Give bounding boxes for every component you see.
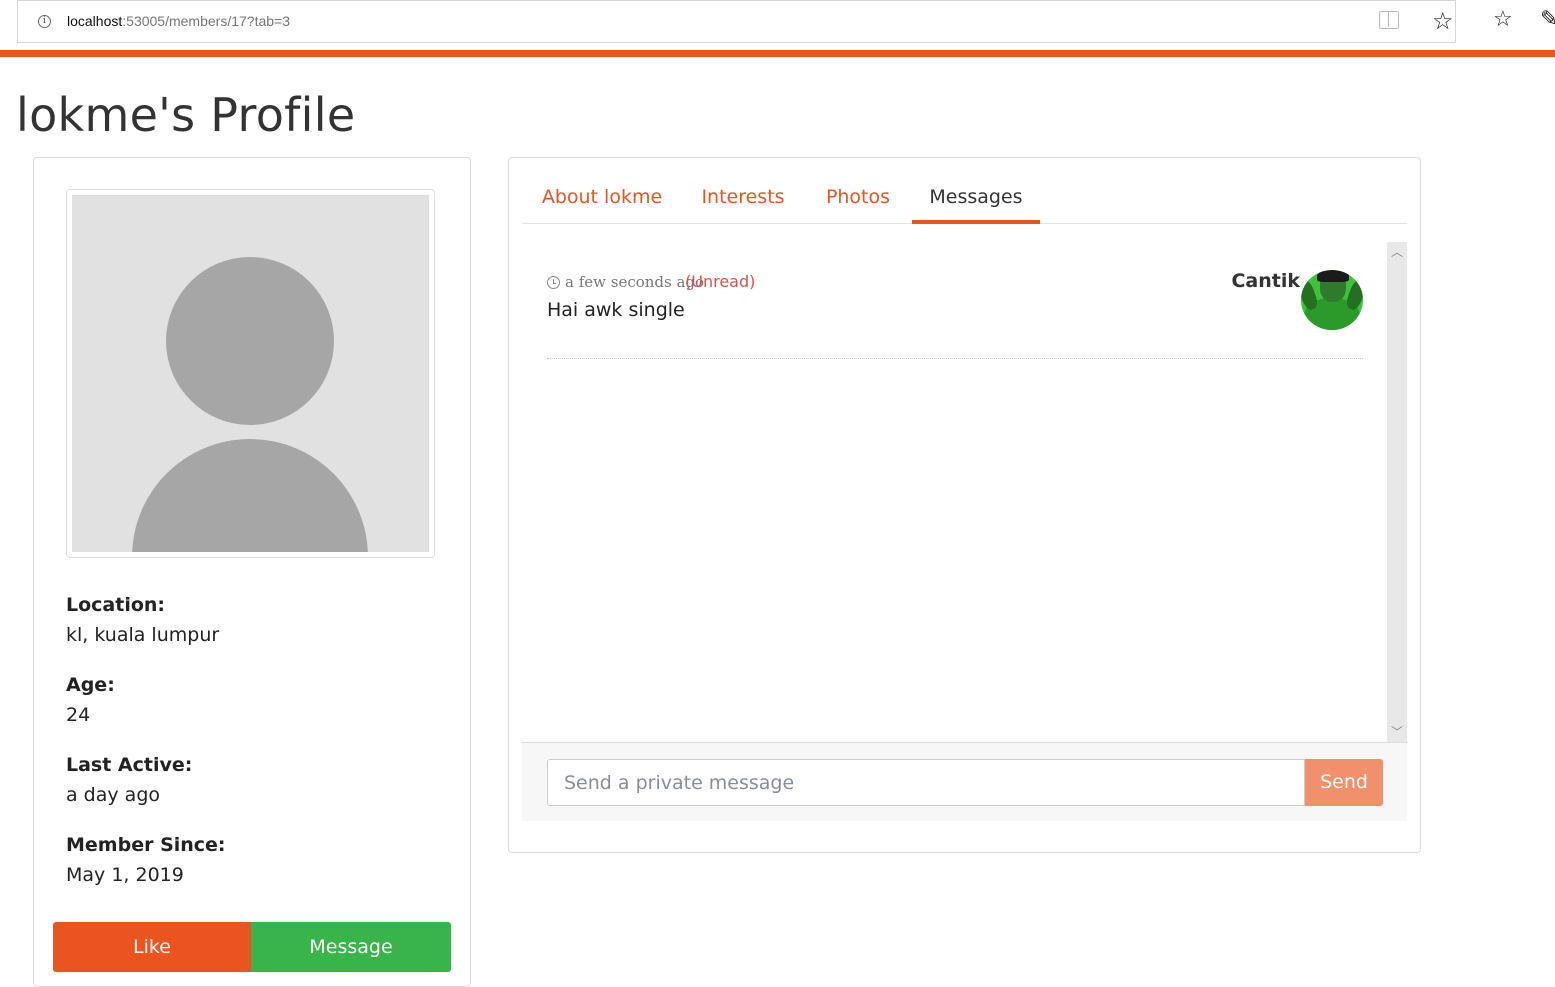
- message-input[interactable]: [547, 759, 1305, 806]
- address-bar[interactable]: i localhost:53005/members/17?tab=3 ☆: [17, 0, 1456, 43]
- profile-tabs-card: About lokme Interests Photos Messages a …: [508, 157, 1421, 853]
- message-thread[interactable]: a few seconds ago (Unread) Hai awk singl…: [522, 242, 1407, 743]
- url-text[interactable]: localhost:53005/members/17?tab=3: [67, 13, 290, 29]
- navbar-accent-bar: [0, 50, 1555, 57]
- profile-card: Location: kl, kuala lumpur Age: 24 Last …: [33, 157, 471, 987]
- profile-photo: [66, 189, 435, 558]
- page-title: lokme's Profile: [16, 88, 356, 142]
- location-value: kl, kuala lumpur: [66, 624, 220, 646]
- message-button[interactable]: Message: [251, 922, 451, 972]
- tab-messages[interactable]: Messages: [912, 172, 1040, 224]
- location-label: Location:: [66, 594, 166, 616]
- avatar-body-shape: [132, 439, 368, 552]
- sender-name: Cantik: [1231, 270, 1300, 292]
- tab-interests[interactable]: Interests: [688, 172, 798, 224]
- last-active-info: Last Active: a day ago: [66, 750, 192, 810]
- pen-icon[interactable]: ✎: [1540, 6, 1555, 34]
- reading-view-icon[interactable]: [1379, 11, 1399, 29]
- scroll-up-arrow-icon[interactable]: ︿: [1391, 246, 1403, 258]
- message-item: a few seconds ago (Unread) Hai awk singl…: [547, 270, 1363, 359]
- message-scrollbar[interactable]: ︿ ﹀: [1387, 242, 1407, 742]
- tab-photos[interactable]: Photos: [812, 172, 904, 224]
- message-timestamp: a few seconds ago: [565, 273, 705, 291]
- favorites-list-icon[interactable]: ☆: [1493, 6, 1513, 34]
- age-info: Age: 24: [66, 670, 115, 730]
- tab-list: About lokme Interests Photos Messages: [522, 172, 1407, 224]
- like-button[interactable]: Like: [53, 922, 251, 972]
- message-content: Hai awk single: [547, 299, 685, 321]
- avatar-placeholder: [72, 195, 429, 552]
- member-since-value: May 1, 2019: [66, 864, 184, 886]
- last-active-value: a day ago: [66, 784, 160, 806]
- info-icon[interactable]: i: [38, 15, 51, 28]
- member-since-label: Member Since:: [66, 834, 226, 856]
- message-composer: Send: [522, 743, 1407, 821]
- clock-icon: [547, 276, 560, 289]
- age-value: 24: [66, 704, 91, 726]
- send-button[interactable]: Send: [1305, 759, 1383, 806]
- unread-status: (Unread): [685, 272, 756, 291]
- location-info: Location: kl, kuala lumpur: [66, 590, 219, 650]
- profile-actions: Like Message: [53, 922, 451, 972]
- avatar-head-shape: [166, 257, 334, 425]
- tab-about[interactable]: About lokme: [522, 172, 682, 224]
- last-active-label: Last Active:: [66, 754, 193, 776]
- scroll-down-arrow-icon[interactable]: ﹀: [1391, 726, 1403, 738]
- sender-avatar: [1301, 270, 1363, 330]
- age-label: Age:: [66, 674, 115, 696]
- star-icon[interactable]: ☆: [1432, 7, 1454, 35]
- browser-toolbar: i localhost:53005/members/17?tab=3 ☆ ☆ ✎: [0, 0, 1555, 50]
- member-since-info: Member Since: May 1, 2019: [66, 830, 226, 890]
